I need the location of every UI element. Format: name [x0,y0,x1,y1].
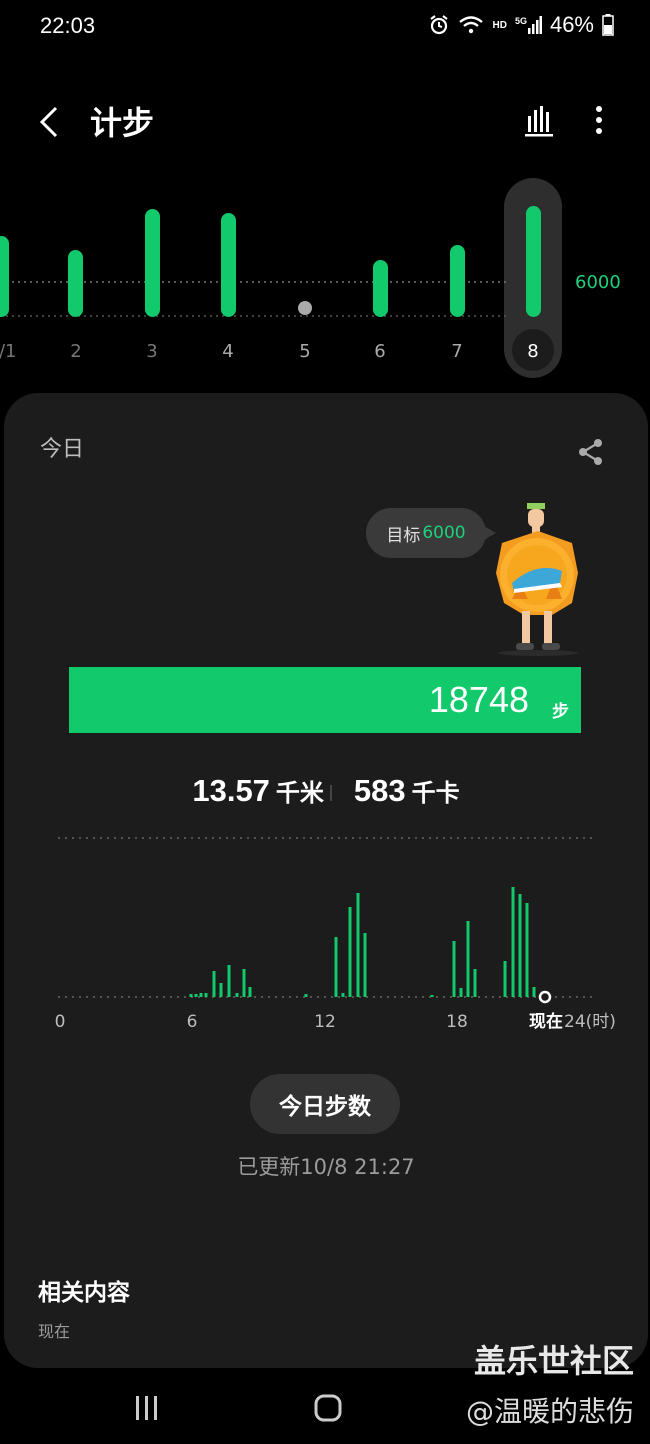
distance-unit: 千米 [275,780,324,807]
axis-label-12: 12 [314,1012,336,1032]
signal-label: 5G [514,16,527,26]
day-bar-4[interactable] [221,213,236,317]
calories-unit: 千卡 [411,780,460,807]
wifi-icon [459,16,484,34]
app-bar: 计步 [0,88,650,154]
axis-label-now: 现在 [529,1011,563,1032]
day-dot-5[interactable] [298,301,312,315]
goal-bubble: 目标 6000 [366,508,496,558]
axis-label-24: 24(时) [564,1012,616,1032]
home-icon[interactable] [313,1393,343,1423]
today-card: 今日 目标 6000 18748 步 13.57 千米 583 千卡 0 6 1… [4,393,648,1368]
stats-divider [329,784,332,801]
navigation-bar [0,1375,650,1444]
day-bar-3[interactable] [145,209,160,317]
goal-text: 目标 [386,525,421,546]
day-bar-1[interactable] [0,236,9,317]
goal-value: 6000 [422,523,466,543]
status-icons: HD 5G 46% [428,12,614,38]
day-label-selected: 8 [527,341,538,362]
day-bar-8[interactable] [526,206,541,317]
day-bar-2[interactable] [68,250,83,317]
axis-label-18: 18 [446,1012,468,1032]
distance-value: 13.57 [192,773,270,808]
back-icon[interactable] [30,102,70,142]
walker-mascot-icon [496,503,578,656]
related-content-subtitle: 现在 [38,1322,71,1341]
day-label: 5 [299,341,310,362]
status-time: 22:03 [40,13,96,38]
share-icon[interactable] [576,437,606,467]
steps-unit: 步 [552,702,569,722]
day-label: 7 [451,341,462,362]
network-label: HD [492,19,507,31]
today-steps-button[interactable]: 今日步数 [250,1074,400,1134]
day-label: 6 [374,341,385,362]
day-label: 0/1 [0,341,16,362]
axis-label-0: 0 [55,1012,66,1032]
alarm-icon [430,15,449,35]
steps-progress-bar: 18748 步 [69,667,581,733]
signal-group: 5G [515,16,542,34]
day-label: 3 [146,341,157,362]
signal-icon [527,16,542,34]
stats-row: 13.57 千米 583 千卡 [4,773,648,823]
hourly-steps-chart[interactable]: 0 6 12 18 现在 24(时) [44,833,624,1033]
weekly-steps-chart[interactable]: 6000 0/1 2 3 4 5 6 7 8 [0,170,650,390]
goal-label: 6000 [575,272,621,293]
steps-value: 18748 [428,679,529,720]
today-label: 今日 [40,437,85,462]
hourly-bars [189,887,536,997]
day-bar-7[interactable] [450,245,465,317]
status-bar: 22:03 HD 5G 46% [0,0,650,56]
day-label: 4 [222,341,233,362]
bar-chart-icon[interactable] [522,102,558,138]
day-bar-6[interactable] [373,260,388,317]
battery-percent: 46% [549,12,594,37]
day-label: 2 [70,341,81,362]
recent-apps-icon[interactable] [132,1393,162,1423]
updated-text: 已更新10/8 21:27 [237,1155,415,1179]
more-options-icon[interactable] [585,102,613,138]
calories-value: 583 [353,773,406,808]
battery-icon [602,14,614,36]
related-content-title: 相关内容 [38,1280,130,1306]
axis-label-6: 6 [187,1012,198,1032]
page-title: 计步 [90,104,155,142]
now-marker [538,990,552,1004]
